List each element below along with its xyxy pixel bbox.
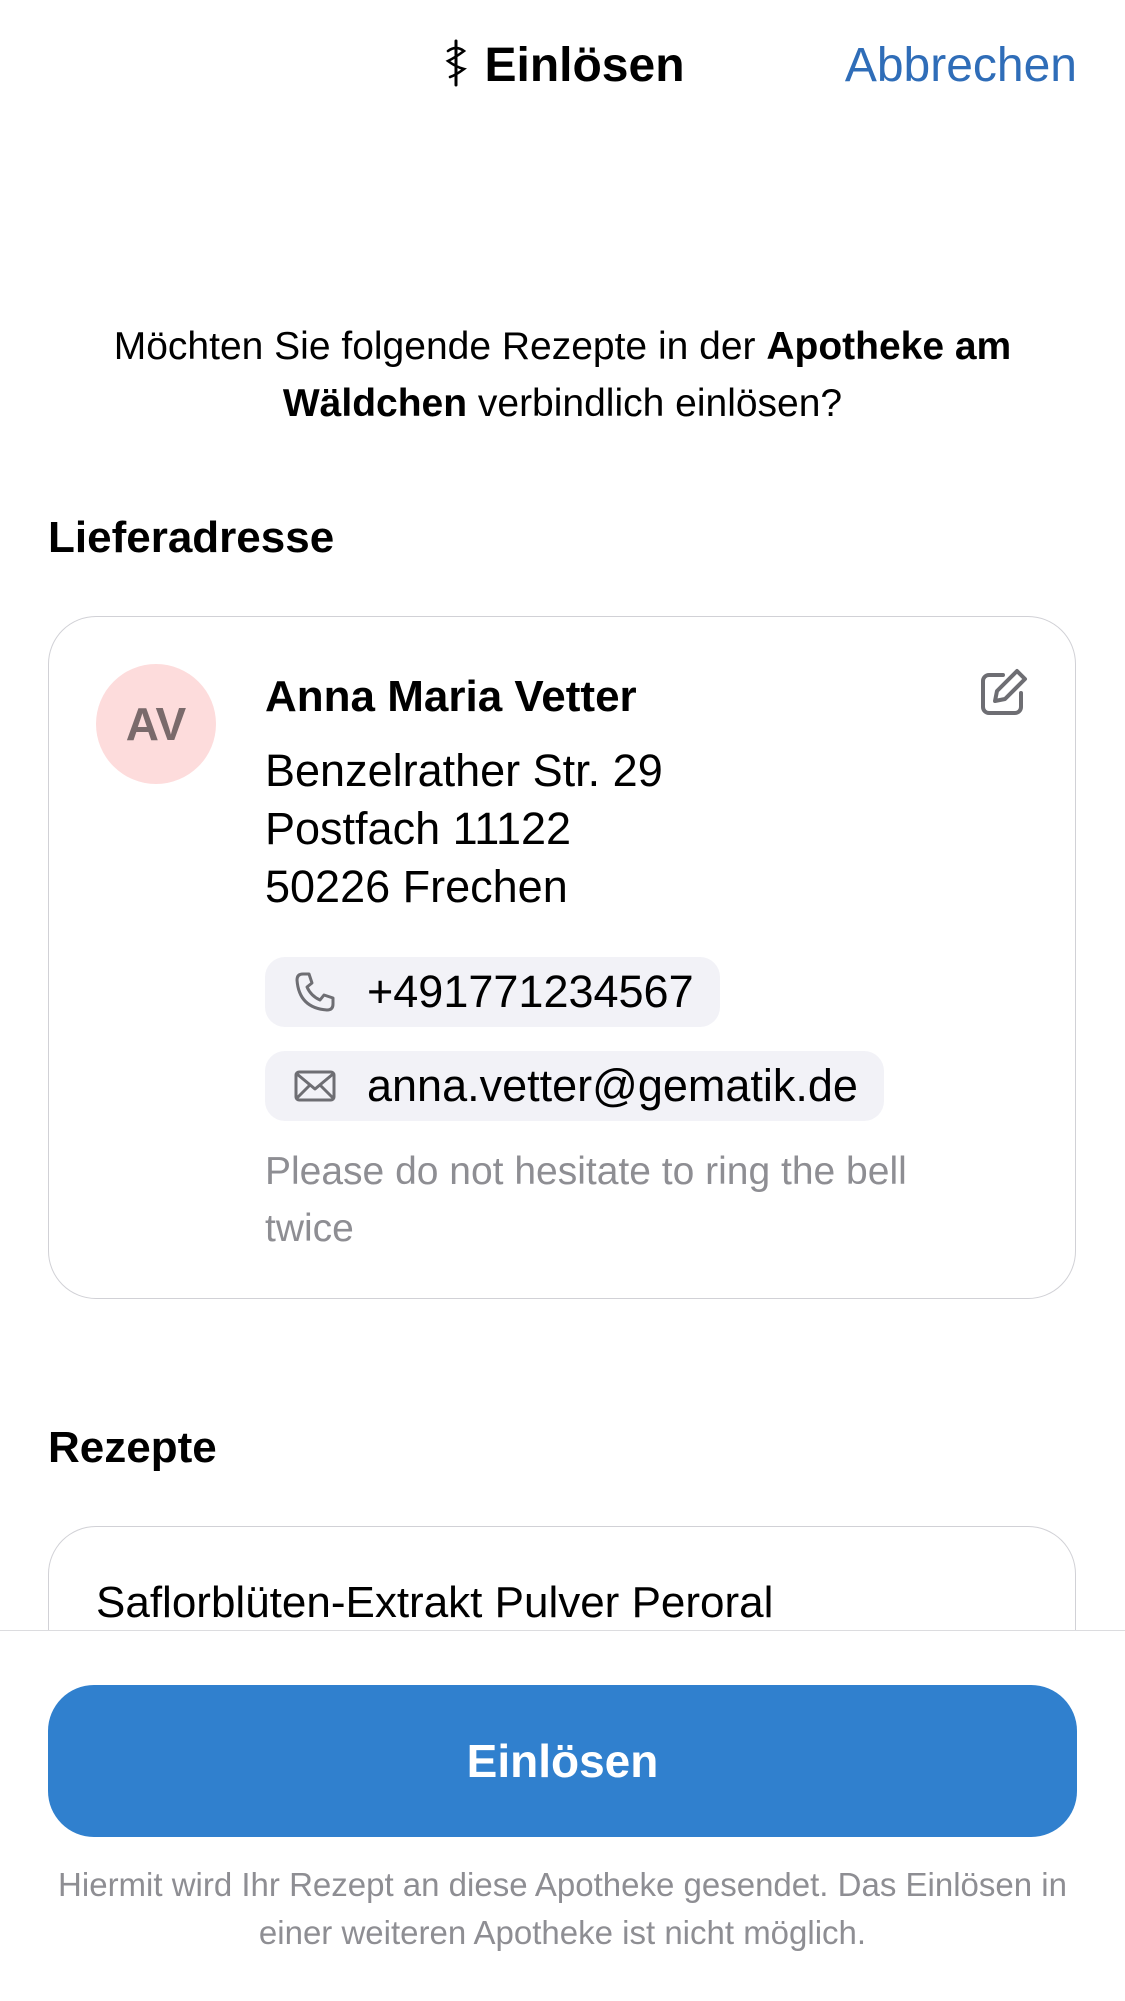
delivery-note: Please do not hesitate to ring the bell … (265, 1150, 907, 1250)
avatar: AV (96, 664, 216, 784)
disclaimer-text: Hiermit wird Ihr Rezept an diese Apothek… (58, 1866, 1067, 1951)
edit-icon[interactable] (977, 667, 1029, 719)
address-line-postbox: Postfach 11122 (265, 803, 572, 854)
question-suffix: verbindlich einlösen? (467, 382, 843, 425)
prescriptions-header: Rezepte (48, 1423, 217, 1472)
phone-number: +491771234567 (367, 966, 694, 1017)
caduceus-icon (446, 39, 468, 87)
question-prefix: Möchten Sie folgende Rezepte in der (113, 325, 767, 368)
phone-chip[interactable]: +491771234567 (265, 957, 720, 1027)
address-line-city: 50226 Frechen (265, 861, 568, 912)
address-card: AV Anna Maria Vetter Benzelrather Str. 2… (48, 616, 1076, 1299)
recipient-name: Anna Maria Vetter (265, 672, 637, 721)
delivery-address-header: Lieferadresse (48, 513, 335, 562)
bottom-bar: Einlösen Hiermit wird Ihr Rezept an dies… (0, 1630, 1125, 2001)
address-line-street: Benzelrather Str. 29 (265, 745, 663, 796)
mail-icon (294, 1070, 336, 1102)
email-chip[interactable]: anna.vetter@gematik.de (265, 1051, 884, 1121)
prescription-title: Saflorblüten-Extrakt Pulver Peroral (96, 1578, 774, 1627)
redeem-question: Möchten Sie folgende Rezepte in der Apot… (40, 318, 1085, 432)
phone-icon (295, 972, 335, 1012)
redeem-button[interactable]: Einlösen (48, 1685, 1077, 1837)
cancel-button[interactable]: Abbrechen (845, 36, 1077, 96)
email-address: anna.vetter@gematik.de (367, 1060, 858, 1111)
nav-title-text: Einlösen (484, 39, 685, 92)
